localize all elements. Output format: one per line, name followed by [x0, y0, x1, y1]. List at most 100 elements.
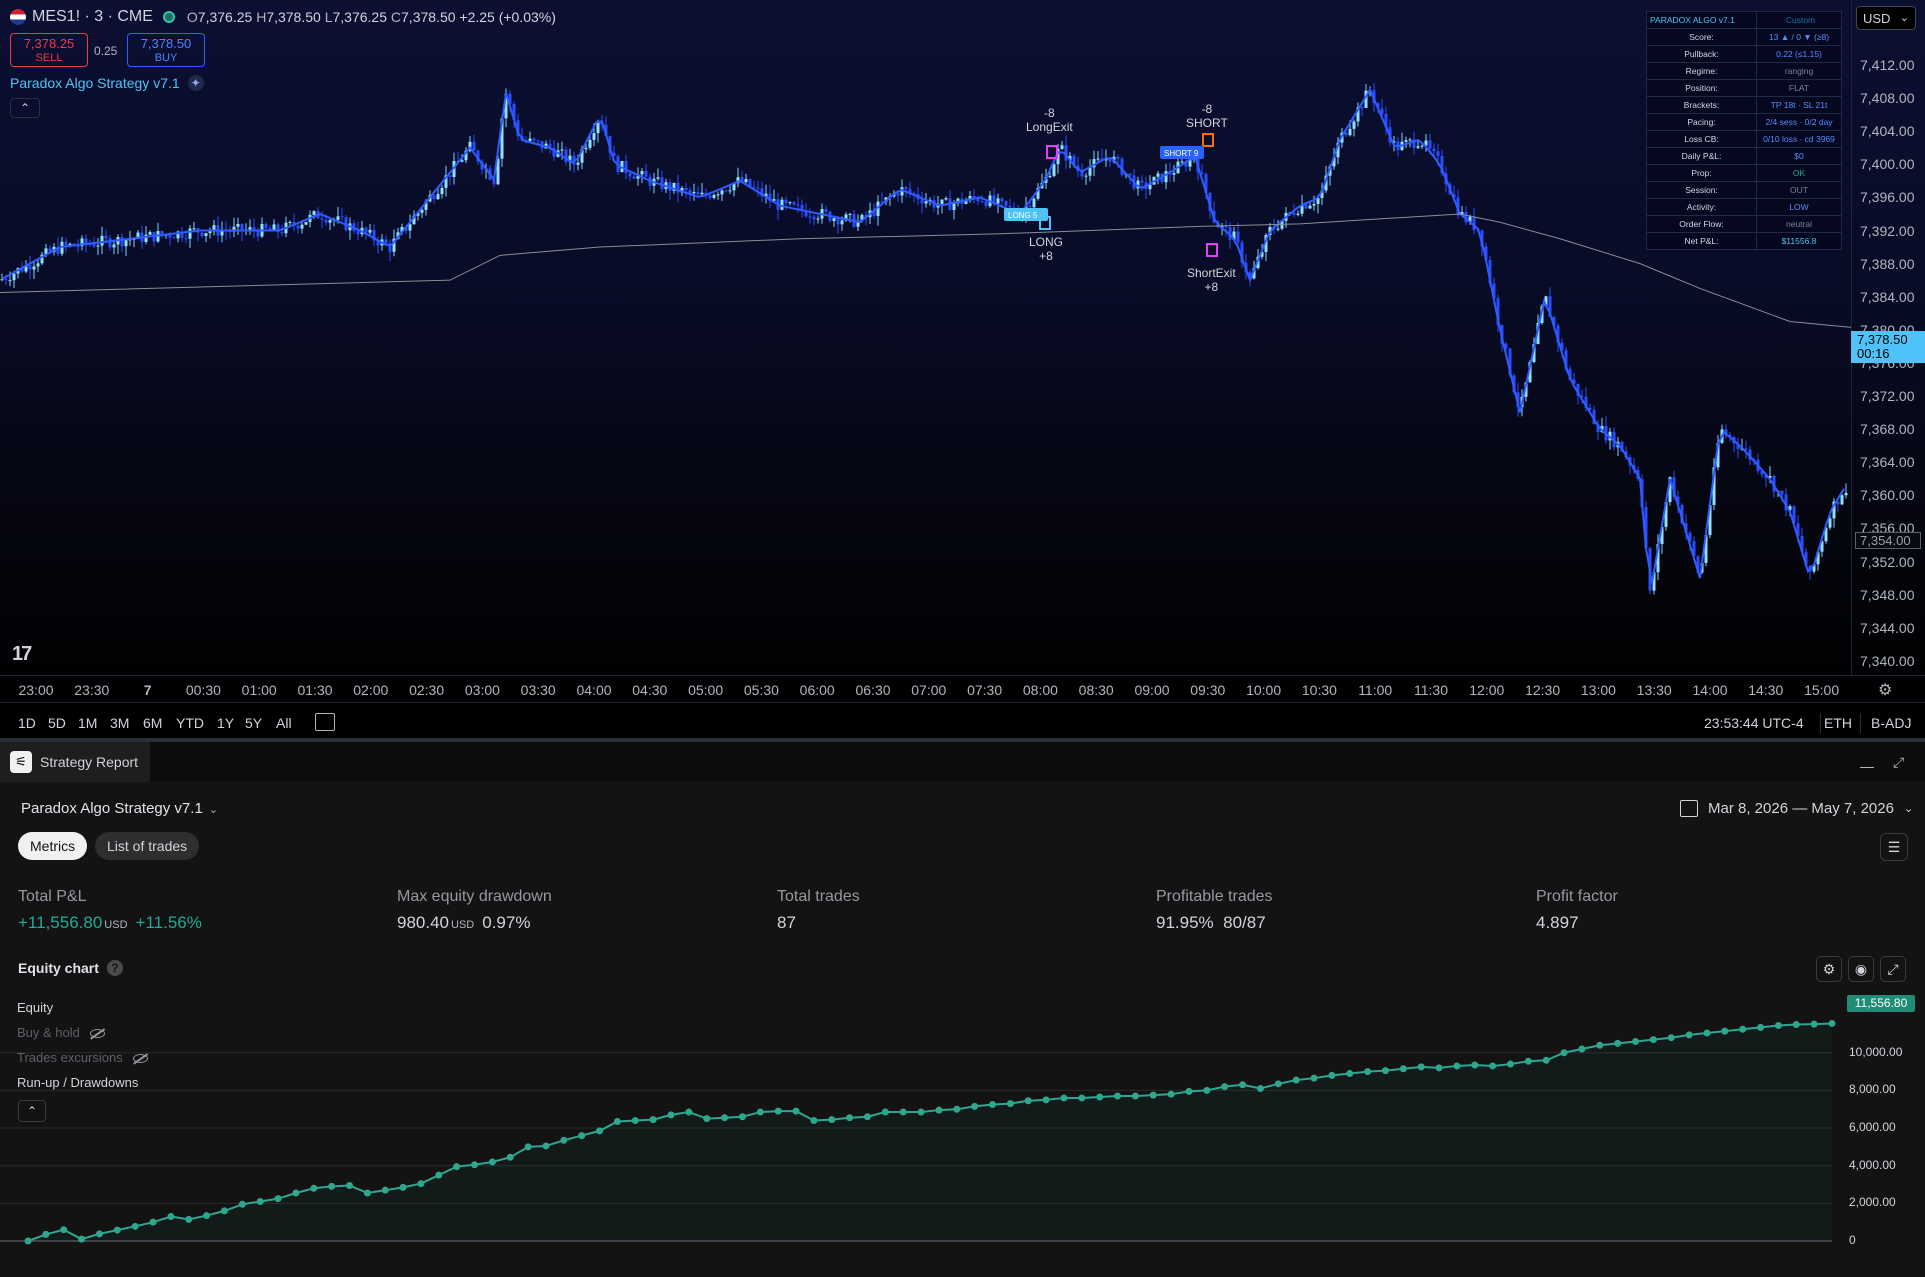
range-button-5y[interactable]: 5Y — [245, 715, 262, 731]
equity-point[interactable] — [113, 1226, 121, 1234]
equity-point[interactable] — [953, 1105, 961, 1113]
symbol-name[interactable]: MES1! · 3 · CME — [32, 8, 153, 26]
tab-strategy-report[interactable]: ⚟ Strategy Report — [0, 742, 150, 782]
equity-point[interactable] — [881, 1108, 889, 1116]
camera-icon[interactable]: ◉ — [1848, 956, 1874, 982]
equity-point[interactable] — [917, 1108, 925, 1116]
add-indicator-icon[interactable]: ✦ — [187, 75, 204, 91]
equity-point[interactable] — [185, 1215, 193, 1223]
equity-point[interactable] — [453, 1163, 461, 1171]
equity-point[interactable] — [1024, 1097, 1032, 1105]
layout-menu-icon[interactable]: ☰ — [1880, 833, 1908, 861]
range-button-1d[interactable]: 1D — [18, 715, 36, 731]
equity-point[interactable] — [24, 1237, 32, 1245]
equity-point[interactable] — [1471, 1061, 1479, 1069]
equity-chart[interactable] — [0, 992, 1925, 1277]
equity-point[interactable] — [971, 1102, 979, 1110]
equity-point[interactable] — [738, 1113, 746, 1121]
equity-point[interactable] — [828, 1116, 836, 1124]
equity-point[interactable] — [989, 1101, 997, 1109]
tradingview-logo[interactable]: 17 — [12, 643, 32, 666]
equity-point[interactable] — [1399, 1065, 1407, 1073]
equity-point[interactable] — [1596, 1041, 1604, 1049]
minimize-panel-icon[interactable] — [1860, 754, 1874, 768]
range-button-1m[interactable]: 1M — [78, 715, 97, 731]
price-chart[interactable]: SHORT 9 LONG 5 — [0, 0, 1851, 675]
equity-point[interactable] — [721, 1114, 729, 1122]
equity-point[interactable] — [1328, 1071, 1336, 1079]
equity-point[interactable] — [649, 1116, 657, 1124]
equity-point[interactable] — [488, 1158, 496, 1166]
legend-equity[interactable]: Equity — [17, 1000, 53, 1015]
equity-point[interactable] — [1453, 1062, 1461, 1070]
equity-point[interactable] — [810, 1117, 818, 1125]
equity-point[interactable] — [935, 1106, 943, 1114]
equity-point[interactable] — [256, 1197, 264, 1205]
equity-point[interactable] — [1721, 1027, 1729, 1035]
range-button-1y[interactable]: 1Y — [217, 715, 234, 731]
equity-point[interactable] — [792, 1107, 800, 1115]
equity-point[interactable] — [703, 1115, 711, 1123]
equity-point[interactable] — [1131, 1092, 1139, 1100]
equity-point[interactable] — [506, 1153, 514, 1161]
sell-button[interactable]: 7,378.25 SELL — [10, 33, 88, 67]
equity-point[interactable] — [524, 1143, 532, 1151]
equity-point[interactable] — [1685, 1031, 1693, 1039]
equity-point[interactable] — [346, 1181, 354, 1189]
equity-point[interactable] — [1828, 1019, 1836, 1027]
equity-point[interactable] — [899, 1108, 907, 1116]
equity-point[interactable] — [1560, 1049, 1568, 1057]
strategy-selector[interactable]: Paradox Algo Strategy v7.1 ⌄ — [21, 800, 218, 817]
chart-settings-gear-icon[interactable]: ⚙ — [1878, 680, 1892, 700]
equity-point[interactable] — [1489, 1062, 1497, 1070]
equity-point[interactable] — [1310, 1074, 1318, 1082]
equity-point[interactable] — [542, 1142, 550, 1150]
chart-pane[interactable]: SHORT 9 LONG 5 MES1! · 3 · CME O7,376.25 … — [0, 0, 1925, 702]
equity-point[interactable] — [1739, 1025, 1747, 1033]
strategy-legend[interactable]: Paradox Algo Strategy v7.1 ✦ — [10, 75, 204, 91]
equity-point[interactable] — [1203, 1086, 1211, 1094]
equity-point[interactable] — [1417, 1063, 1425, 1071]
equity-point[interactable] — [1346, 1069, 1354, 1077]
equity-point[interactable] — [1060, 1094, 1068, 1102]
equity-point[interactable] — [1632, 1037, 1640, 1045]
range-button-all[interactable]: All — [276, 715, 292, 731]
equity-point[interactable] — [774, 1107, 782, 1115]
maximize-panel-icon[interactable]: ⤢ — [1893, 754, 1904, 771]
range-button-ytd[interactable]: YTD — [176, 715, 204, 731]
range-button-3m[interactable]: 3M — [110, 715, 129, 731]
fullscreen-icon[interactable]: ⤢ — [1880, 956, 1906, 982]
equity-point[interactable] — [203, 1212, 211, 1220]
equity-point[interactable] — [1096, 1093, 1104, 1101]
equity-point[interactable] — [274, 1195, 282, 1203]
session-toggle[interactable]: ETH — [1824, 715, 1852, 731]
equity-point[interactable] — [1042, 1096, 1050, 1104]
buy-button[interactable]: 7,378.50 BUY — [127, 33, 205, 67]
legend-buy-hold[interactable]: Buy & hold — [17, 1025, 105, 1040]
time-axis[interactable]: 23:00 23:30 7 00:30 01:00 01:30 02:00 02:30 03:0… — [0, 675, 1925, 702]
equity-point[interactable] — [1167, 1090, 1175, 1098]
equity-point[interactable] — [399, 1183, 407, 1191]
help-icon[interactable]: ? — [106, 960, 123, 976]
equity-point[interactable] — [1649, 1036, 1657, 1044]
equity-point[interactable] — [685, 1108, 693, 1116]
equity-point[interactable] — [1810, 1020, 1818, 1028]
equity-point[interactable] — [167, 1213, 175, 1221]
equity-point[interactable] — [667, 1111, 675, 1119]
collapse-legend-button[interactable]: ⌃ — [18, 1100, 46, 1122]
equity-point[interactable] — [756, 1108, 764, 1116]
date-range-selector[interactable]: Mar 8, 2026 — May 7, 2026 ⌄ — [1680, 800, 1913, 817]
equity-point[interactable] — [1364, 1068, 1372, 1076]
equity-point[interactable] — [560, 1136, 568, 1144]
equity-point[interactable] — [1292, 1076, 1300, 1084]
equity-point[interactable] — [435, 1171, 443, 1179]
go-to-date-icon[interactable] — [315, 713, 335, 731]
equity-point[interactable] — [471, 1161, 479, 1169]
market-status-icon[interactable] — [162, 11, 175, 23]
equity-point[interactable] — [238, 1200, 246, 1208]
equity-point[interactable] — [1435, 1064, 1443, 1072]
equity-point[interactable] — [381, 1186, 389, 1194]
equity-point[interactable] — [42, 1230, 50, 1238]
equity-point[interactable] — [149, 1218, 157, 1226]
equity-point[interactable] — [1667, 1034, 1675, 1042]
